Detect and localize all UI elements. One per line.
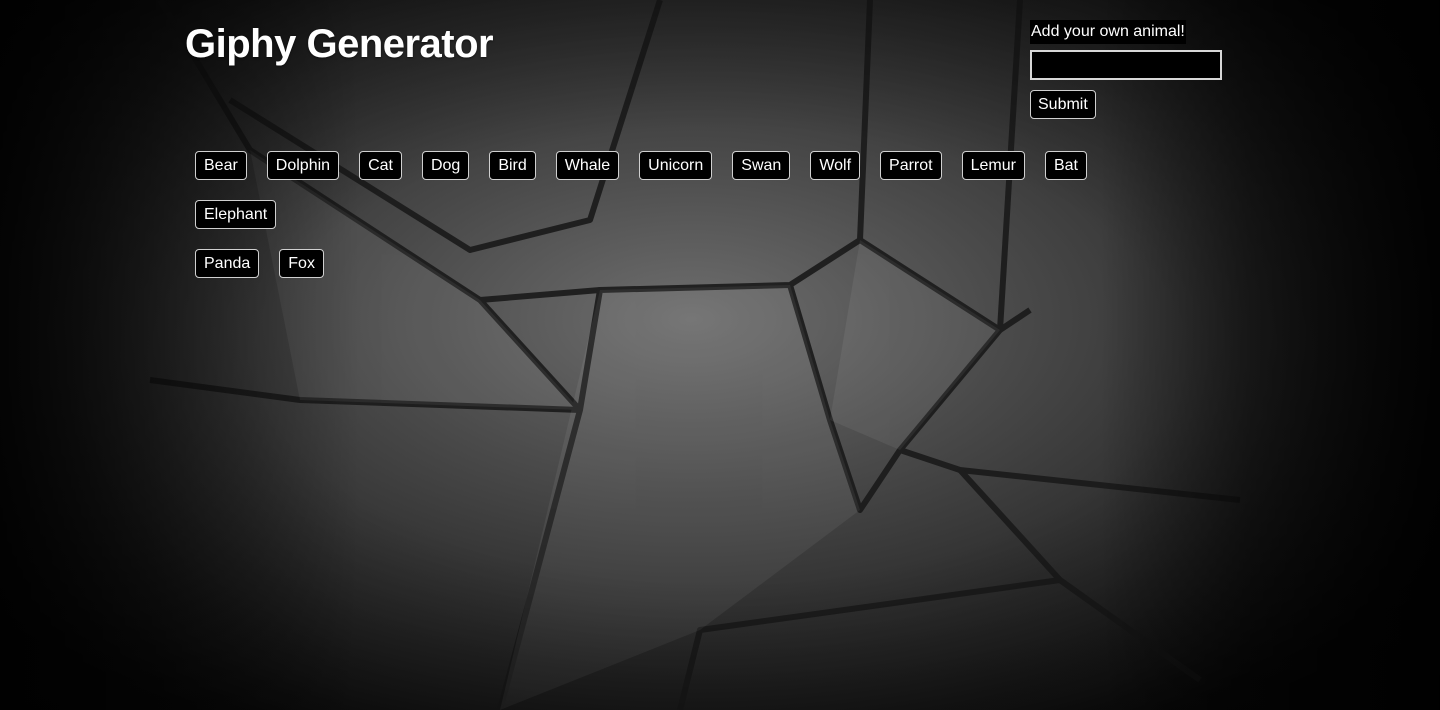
animal-button-bird[interactable]: Bird (489, 151, 536, 180)
animal-button-list: Bear Dolphin Cat Dog Bird Whale Unicorn … (195, 151, 1195, 298)
submit-button[interactable]: Submit (1030, 90, 1096, 119)
animal-button-bat[interactable]: Bat (1044, 151, 1087, 180)
animal-button-wolf[interactable]: Wolf (810, 151, 861, 180)
animal-input[interactable] (1030, 50, 1222, 80)
page-background: Giphy Generator Add your own animal! Sub… (0, 0, 1440, 710)
add-animal-label: Add your own animal! (1030, 20, 1186, 44)
add-animal-form: Add your own animal! Submit (1030, 20, 1230, 119)
animal-button-swan[interactable]: Swan (732, 151, 791, 180)
animal-button-unicorn[interactable]: Unicorn (639, 151, 713, 180)
animal-button-cat[interactable]: Cat (359, 151, 402, 180)
animal-button-panda[interactable]: Panda (195, 249, 260, 278)
animal-button-whale[interactable]: Whale (555, 151, 620, 180)
page-title: Giphy Generator (185, 22, 494, 66)
animal-button-fox[interactable]: Fox (279, 249, 324, 278)
animal-button-dolphin[interactable]: Dolphin (266, 151, 340, 180)
animal-button-dog[interactable]: Dog (421, 151, 470, 180)
animal-button-elephant[interactable]: Elephant (195, 200, 277, 229)
animal-button-parrot[interactable]: Parrot (880, 151, 942, 180)
animal-button-lemur[interactable]: Lemur (961, 151, 1025, 180)
animal-button-bear[interactable]: Bear (195, 151, 247, 180)
